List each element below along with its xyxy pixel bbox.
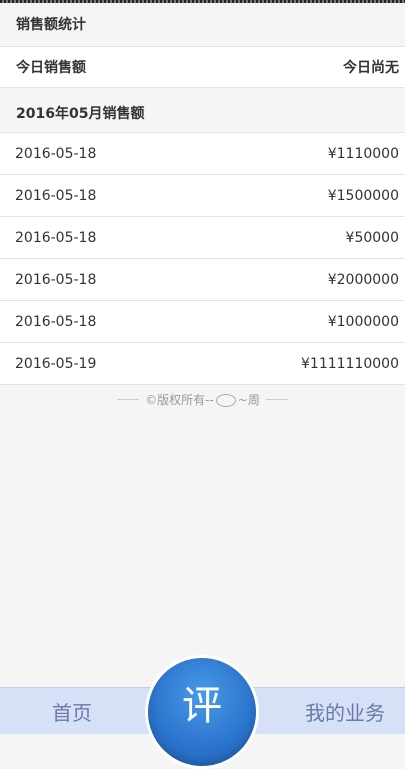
sales-row[interactable]: 2016-05-18 ¥1500000 [0,175,405,217]
today-sales-value: 今日尚无 [343,60,399,76]
sales-row[interactable]: 2016-05-19 ¥1111110000 [0,343,405,385]
nav-my-business-link[interactable]: 我的业务 [305,697,385,726]
nav-home-link[interactable]: 首页 [52,697,92,726]
sales-date: 2016-05-18 [15,187,97,204]
section-title: 销售额统计 [0,3,405,47]
copyright-text-left: ©版权所有-- [145,393,214,407]
divider [117,399,140,400]
sales-amount: ¥50000 [345,229,399,246]
month-title: 2016年05月销售额 [0,88,405,133]
sales-row[interactable]: 2016-05-18 ¥1000000 [0,301,405,343]
sales-row[interactable]: 2016-05-18 ¥50000 [0,217,405,259]
copyright-footer: ©版权所有-- ~周 [0,391,405,408]
copyright-text-right: ~周 [237,393,260,407]
sales-amount: ¥2000000 [327,271,399,288]
sales-list: 2016-05-18 ¥1110000 2016-05-18 ¥1500000 … [0,133,405,385]
divider [265,399,288,400]
today-sales-label: 今日销售额 [16,60,86,76]
review-center-button[interactable]: 评 [148,658,256,766]
sales-date: 2016-05-18 [15,229,97,246]
sales-amount: ¥1500000 [327,187,399,204]
sales-amount: ¥1000000 [327,313,399,330]
sales-row[interactable]: 2016-05-18 ¥2000000 [0,259,405,301]
today-sales-row: 今日销售额 今日尚无 [0,47,405,88]
sales-date: 2016-05-18 [15,313,97,330]
sales-row[interactable]: 2016-05-18 ¥1110000 [0,133,405,175]
sales-date: 2016-05-18 [15,145,97,162]
center-button-ring: 评 [145,655,259,769]
chat-bubble-icon [215,394,236,407]
sales-amount: ¥1111110000 [301,355,399,372]
sales-date: 2016-05-19 [15,355,97,372]
sales-amount: ¥1110000 [327,145,399,162]
sales-date: 2016-05-18 [15,271,97,288]
